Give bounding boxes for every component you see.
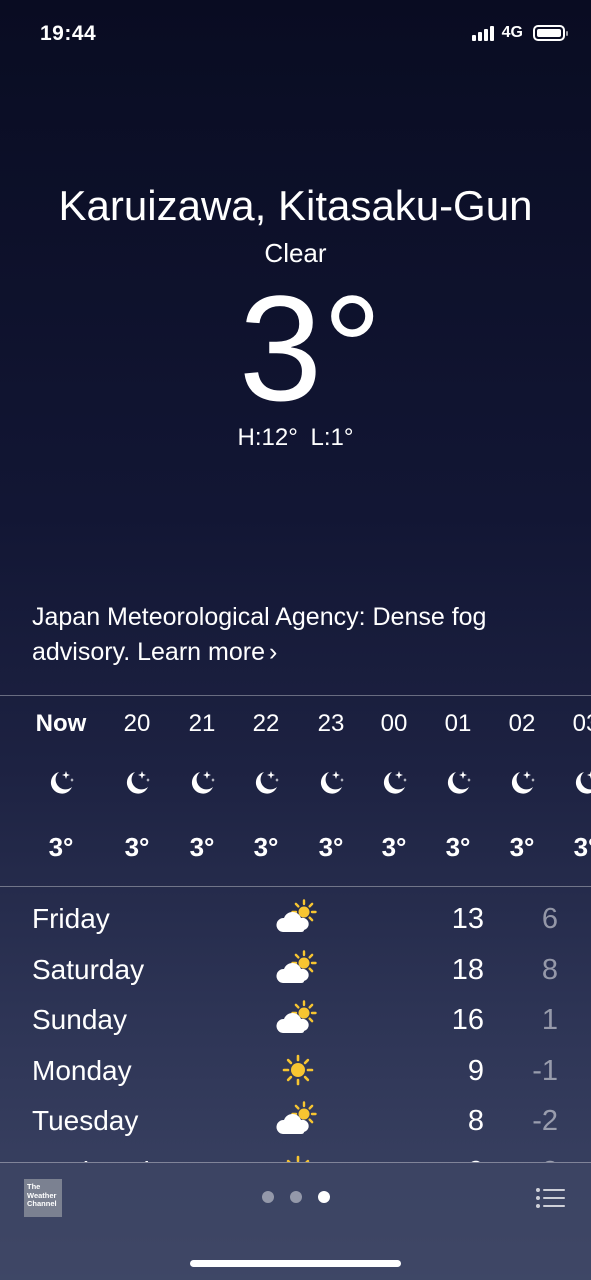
hourly-item: Now 3° — [29, 696, 93, 886]
moon-stars-icon — [316, 768, 346, 798]
hour-label: 00 — [380, 710, 408, 737]
hour-temperature: 3° — [48, 832, 74, 862]
hour-temperature: 3° — [124, 832, 150, 862]
page-dot[interactable] — [262, 1191, 274, 1203]
hour-label: 23 — [317, 710, 345, 737]
day-low-temperature: 6 — [541, 903, 558, 935]
partly-cloudy-icon — [275, 1101, 321, 1139]
battery-icon — [533, 25, 568, 41]
weather-channel-logo[interactable]: The Weather Channel — [24, 1179, 62, 1217]
daily-row: Tuesday 8 -2 — [0, 1095, 591, 1145]
high-low-temperature: H:12° L:1° — [237, 424, 354, 451]
sun-icon — [275, 1152, 321, 1162]
page-dot[interactable] — [318, 1191, 330, 1203]
hour-temperature: 3° — [509, 832, 535, 862]
moon-stars-icon — [571, 768, 591, 798]
moon-stars-icon — [443, 768, 473, 798]
hourly-item: 22 3° — [234, 696, 298, 886]
day-name: Tuesday — [32, 1105, 139, 1136]
hour-temperature: 3° — [253, 832, 279, 862]
partly-cloudy-icon — [275, 1000, 321, 1038]
hourly-item: 01 3° — [426, 696, 490, 886]
network-type: 4G — [501, 24, 523, 41]
day-name: Saturday — [32, 953, 145, 985]
moon-stars-icon — [251, 768, 281, 798]
day-low-temperature: -2 — [532, 1105, 558, 1137]
hour-label: Now — [35, 710, 87, 737]
hour-temperature: 3° — [318, 832, 344, 862]
daily-row: Sunday 16 1 — [0, 994, 591, 1044]
day-high-temperature: 8 — [467, 1105, 484, 1137]
hour-label: 22 — [252, 710, 280, 737]
location-name: Karuizawa, Kitasaku-Gun — [58, 182, 533, 229]
day-name: Monday — [32, 1054, 132, 1086]
hour-label: 21 — [188, 710, 216, 737]
daily-row: Friday 13 6 — [0, 893, 591, 943]
hourly-item: 21 3° — [170, 696, 234, 886]
daily-row: Saturday 18 8 — [0, 944, 591, 994]
hour-label: 02 — [508, 710, 536, 737]
moon-stars-icon — [187, 768, 217, 798]
chevron-right-icon: › — [268, 638, 278, 666]
cellular-signal-icon — [471, 25, 494, 41]
sun-icon — [275, 1051, 321, 1089]
day-high-temperature: 16 — [451, 1004, 484, 1036]
moon-stars-icon — [46, 768, 76, 798]
day-name: Sunday — [32, 1004, 127, 1035]
divider — [0, 886, 591, 887]
day-low-temperature: 1 — [541, 1004, 558, 1036]
day-low-temperature: 8 — [541, 953, 558, 986]
hour-temperature: 3° — [573, 832, 591, 862]
weather-advisory-link[interactable]: Japan Meteorological Agency: Dense fog a… — [32, 600, 562, 670]
hourly-item: 20 3° — [105, 696, 169, 886]
advisory-text: Japan Meteorological Agency: Dense fog a… — [32, 603, 487, 666]
day-low-temperature: -1 — [532, 1054, 558, 1087]
partly-cloudy-icon — [275, 899, 321, 937]
status-time: 19:44 — [40, 22, 97, 45]
moon-stars-icon — [122, 768, 152, 798]
page-dot[interactable] — [290, 1191, 302, 1203]
hourly-item: 02 3° — [490, 696, 554, 886]
moon-stars-icon — [379, 768, 409, 798]
hour-temperature: 3° — [445, 832, 471, 862]
hour-label: 20 — [123, 710, 151, 737]
status-bar: 19:44 4G — [0, 0, 591, 70]
hourly-forecast[interactable]: Now 3° 20 3° 21 3° 22 3° 23 3° 00 3° 01 3° 02 3° 03 3° — [0, 696, 591, 886]
hour-temperature: 3° — [381, 832, 407, 862]
day-high-temperature: 18 — [451, 953, 484, 986]
hourly-item: 03 3° — [554, 696, 591, 886]
hour-temperature: 3° — [189, 832, 215, 862]
list-icon[interactable] — [535, 1187, 565, 1209]
home-indicator[interactable] — [190, 1260, 401, 1267]
daily-forecast[interactable]: Friday 13 6 Saturday 18 8 Sunday 16 1 Monday 9 -… — [0, 890, 591, 1162]
hourly-item: 23 3° — [299, 696, 363, 886]
day-high-temperature: 13 — [451, 903, 484, 935]
page-indicator[interactable] — [262, 1191, 330, 1203]
hour-label: 03 — [572, 710, 591, 737]
daily-row: Monday 9 -1 — [0, 1045, 591, 1095]
hour-label: 01 — [444, 710, 472, 737]
moon-stars-icon — [507, 768, 537, 798]
day-high-temperature: 9 — [467, 1054, 484, 1087]
daily-row: Wednesday9-2 — [0, 1146, 591, 1162]
bottom-toolbar: The Weather Channel — [0, 1162, 591, 1280]
hourly-item: 00 3° — [362, 696, 426, 886]
current-temperature: 3° — [238, 264, 383, 432]
day-name: Friday — [32, 903, 110, 934]
status-indicators: 4G — [471, 24, 568, 42]
partly-cloudy-icon — [275, 949, 321, 988]
